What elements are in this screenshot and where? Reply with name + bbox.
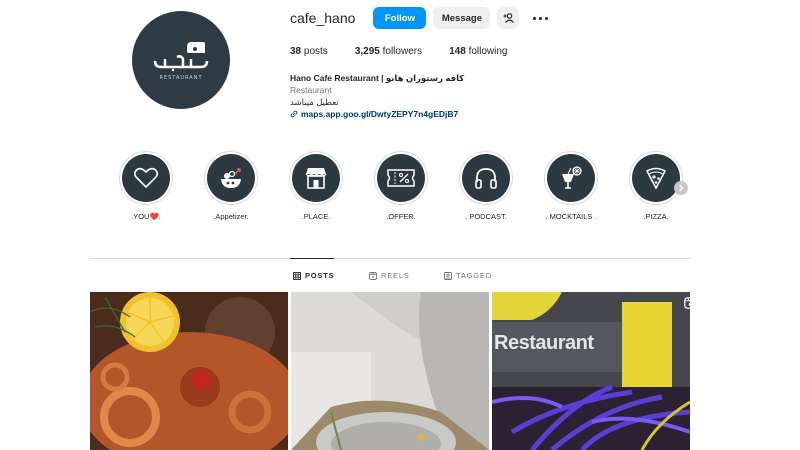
suggested-users-button[interactable] [497, 7, 520, 29]
following-count[interactable]: 148 following [449, 46, 507, 57]
tab-tagged[interactable]: TAGGED [444, 271, 492, 280]
post-thumbnail[interactable] [90, 292, 288, 450]
heart-icon [133, 167, 159, 189]
bio-link[interactable]: maps.app.goo.gl/DwtyZEPY7n4gEDjB7 [290, 108, 464, 120]
headphones-icon [475, 168, 497, 189]
store-icon [305, 168, 327, 189]
link-icon [290, 110, 298, 118]
salad-bowl-icon [221, 168, 241, 188]
bio-name: Hano Cafe Restaurant | کافه رستوران هانو [290, 73, 465, 83]
posts-count[interactable]: 38 posts [290, 46, 328, 57]
bio-text: تعطیل میباشد [290, 97, 339, 107]
tab-posts[interactable]: POSTS [293, 271, 334, 280]
reels-icon [369, 271, 377, 280]
tabs-divider [90, 258, 691, 259]
tagged-icon [444, 271, 452, 280]
pizza-icon [645, 167, 667, 190]
follow-button[interactable]: Follow [373, 7, 427, 29]
highlight-label: .OFFER. [386, 212, 416, 221]
profile-avatar[interactable]: RESTAURANT [132, 11, 230, 109]
add-person-icon [503, 13, 514, 23]
highlight-mocktails[interactable]: . MOCKTAILS . [544, 151, 598, 221]
post-thumbnail[interactable] [291, 292, 489, 450]
highlights-next-button[interactable] [674, 181, 688, 195]
highlight-label: .PIZZA. [643, 212, 669, 221]
username: cafe_hano [290, 10, 356, 26]
bio-category: Restaurant [290, 85, 332, 95]
restaurant-sign-photo [492, 292, 690, 450]
post-thumbnail[interactable]: Restaurant [492, 292, 690, 450]
pasta-dish-photo [90, 292, 288, 450]
message-button[interactable]: Message [433, 7, 491, 29]
highlight-offer[interactable]: .OFFER. [374, 151, 428, 221]
profile-header-row: cafe_hano Follow Message [290, 7, 550, 29]
highlight-label: .Appetizer. [213, 212, 249, 221]
highlight-label: .PLACE. [301, 212, 331, 221]
more-options-icon[interactable] [530, 16, 550, 20]
chevron-right-icon [679, 184, 684, 192]
tab-reels[interactable]: REELS [369, 271, 410, 280]
highlight-podcast[interactable]: . PODCAST. [459, 151, 513, 221]
highlight-label: . PODCAST. [465, 212, 507, 221]
profile-bio: Hano Cafe Restaurant | کافه رستوران هانو… [290, 72, 464, 120]
followers-count[interactable]: 3,295 followers [355, 46, 422, 57]
plate-photo [291, 292, 489, 450]
profile-stats: 38 posts 3,295 followers 148 following [290, 46, 534, 57]
cocktail-icon [562, 166, 582, 189]
highlight-label: .YOU❤️. [131, 212, 161, 221]
grid-icon [293, 271, 301, 280]
highlight-you[interactable]: .YOU❤️. [119, 151, 173, 221]
discount-ticket-icon [387, 169, 415, 187]
post-overlay-text: Restaurant [494, 332, 594, 354]
highlight-label: . MOCKTAILS . [545, 212, 597, 221]
highlight-appetizer[interactable]: .Appetizer. [204, 151, 258, 221]
active-tab-indicator [290, 258, 334, 259]
avatar-caption: RESTAURANT [159, 75, 203, 81]
hano-logo-icon [153, 42, 209, 72]
highlight-place[interactable]: .PLACE. [289, 151, 343, 221]
